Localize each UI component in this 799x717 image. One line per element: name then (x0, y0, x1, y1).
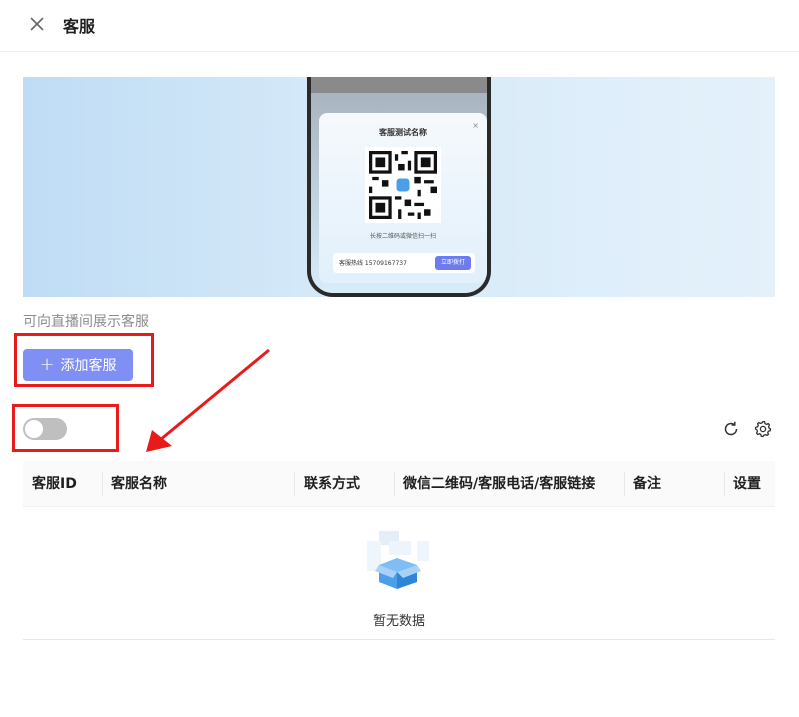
popup-close-icon: × (472, 121, 479, 130)
popup-hint: 长按二维码或微信扫一扫 (369, 233, 436, 240)
annotation-highlight-box (14, 333, 154, 387)
customer-service-table: 客服ID 客服名称 联系方式 微信二维码/客服电话/客服链接 备注 设置 暂无数… (23, 461, 775, 640)
page-title: 客服 (63, 17, 96, 36)
popup-title: 客服测试名称 (379, 128, 427, 137)
refresh-icon[interactable] (722, 420, 740, 438)
empty-state: 暂无数据 (23, 507, 775, 640)
column-header: 设置 (733, 476, 761, 492)
phone-mockup: 客服测试名称 × 长按二维码或微信扫一扫 客服热线 15709167737 立即… (307, 77, 491, 297)
column-header: 客服名称 (111, 476, 167, 492)
gear-icon[interactable] (754, 420, 772, 438)
empty-box-icon (367, 531, 429, 589)
call-now-button: 立即拨打 (435, 256, 471, 270)
customer-service-popup: 客服测试名称 × 长按二维码或微信扫一扫 客服热线 15709167737 立即… (319, 113, 487, 283)
qr-code-image (365, 147, 441, 223)
empty-text: 暂无数据 (372, 614, 425, 629)
close-icon[interactable] (28, 15, 46, 33)
table-header: 客服ID 客服名称 联系方式 微信二维码/客服电话/客服链接 备注 设置 (23, 461, 775, 507)
page-header: 客服 (0, 0, 799, 52)
preview-banner: 客服测试名称 × 长按二维码或微信扫一扫 客服热线 15709167737 立即… (23, 77, 775, 297)
column-header: 客服ID (32, 476, 77, 492)
hotline-text: 客服热线 15709167737 (339, 260, 407, 267)
section-description: 可向直播间展示客服 (23, 314, 149, 330)
column-header: 备注 (633, 476, 661, 492)
annotation-highlight-box (12, 404, 119, 452)
column-header: 联系方式 (304, 476, 360, 492)
hotline-bar: 客服热线 15709167737 立即拨打 (333, 253, 475, 273)
column-header: 微信二维码/客服电话/客服链接 (403, 476, 596, 492)
